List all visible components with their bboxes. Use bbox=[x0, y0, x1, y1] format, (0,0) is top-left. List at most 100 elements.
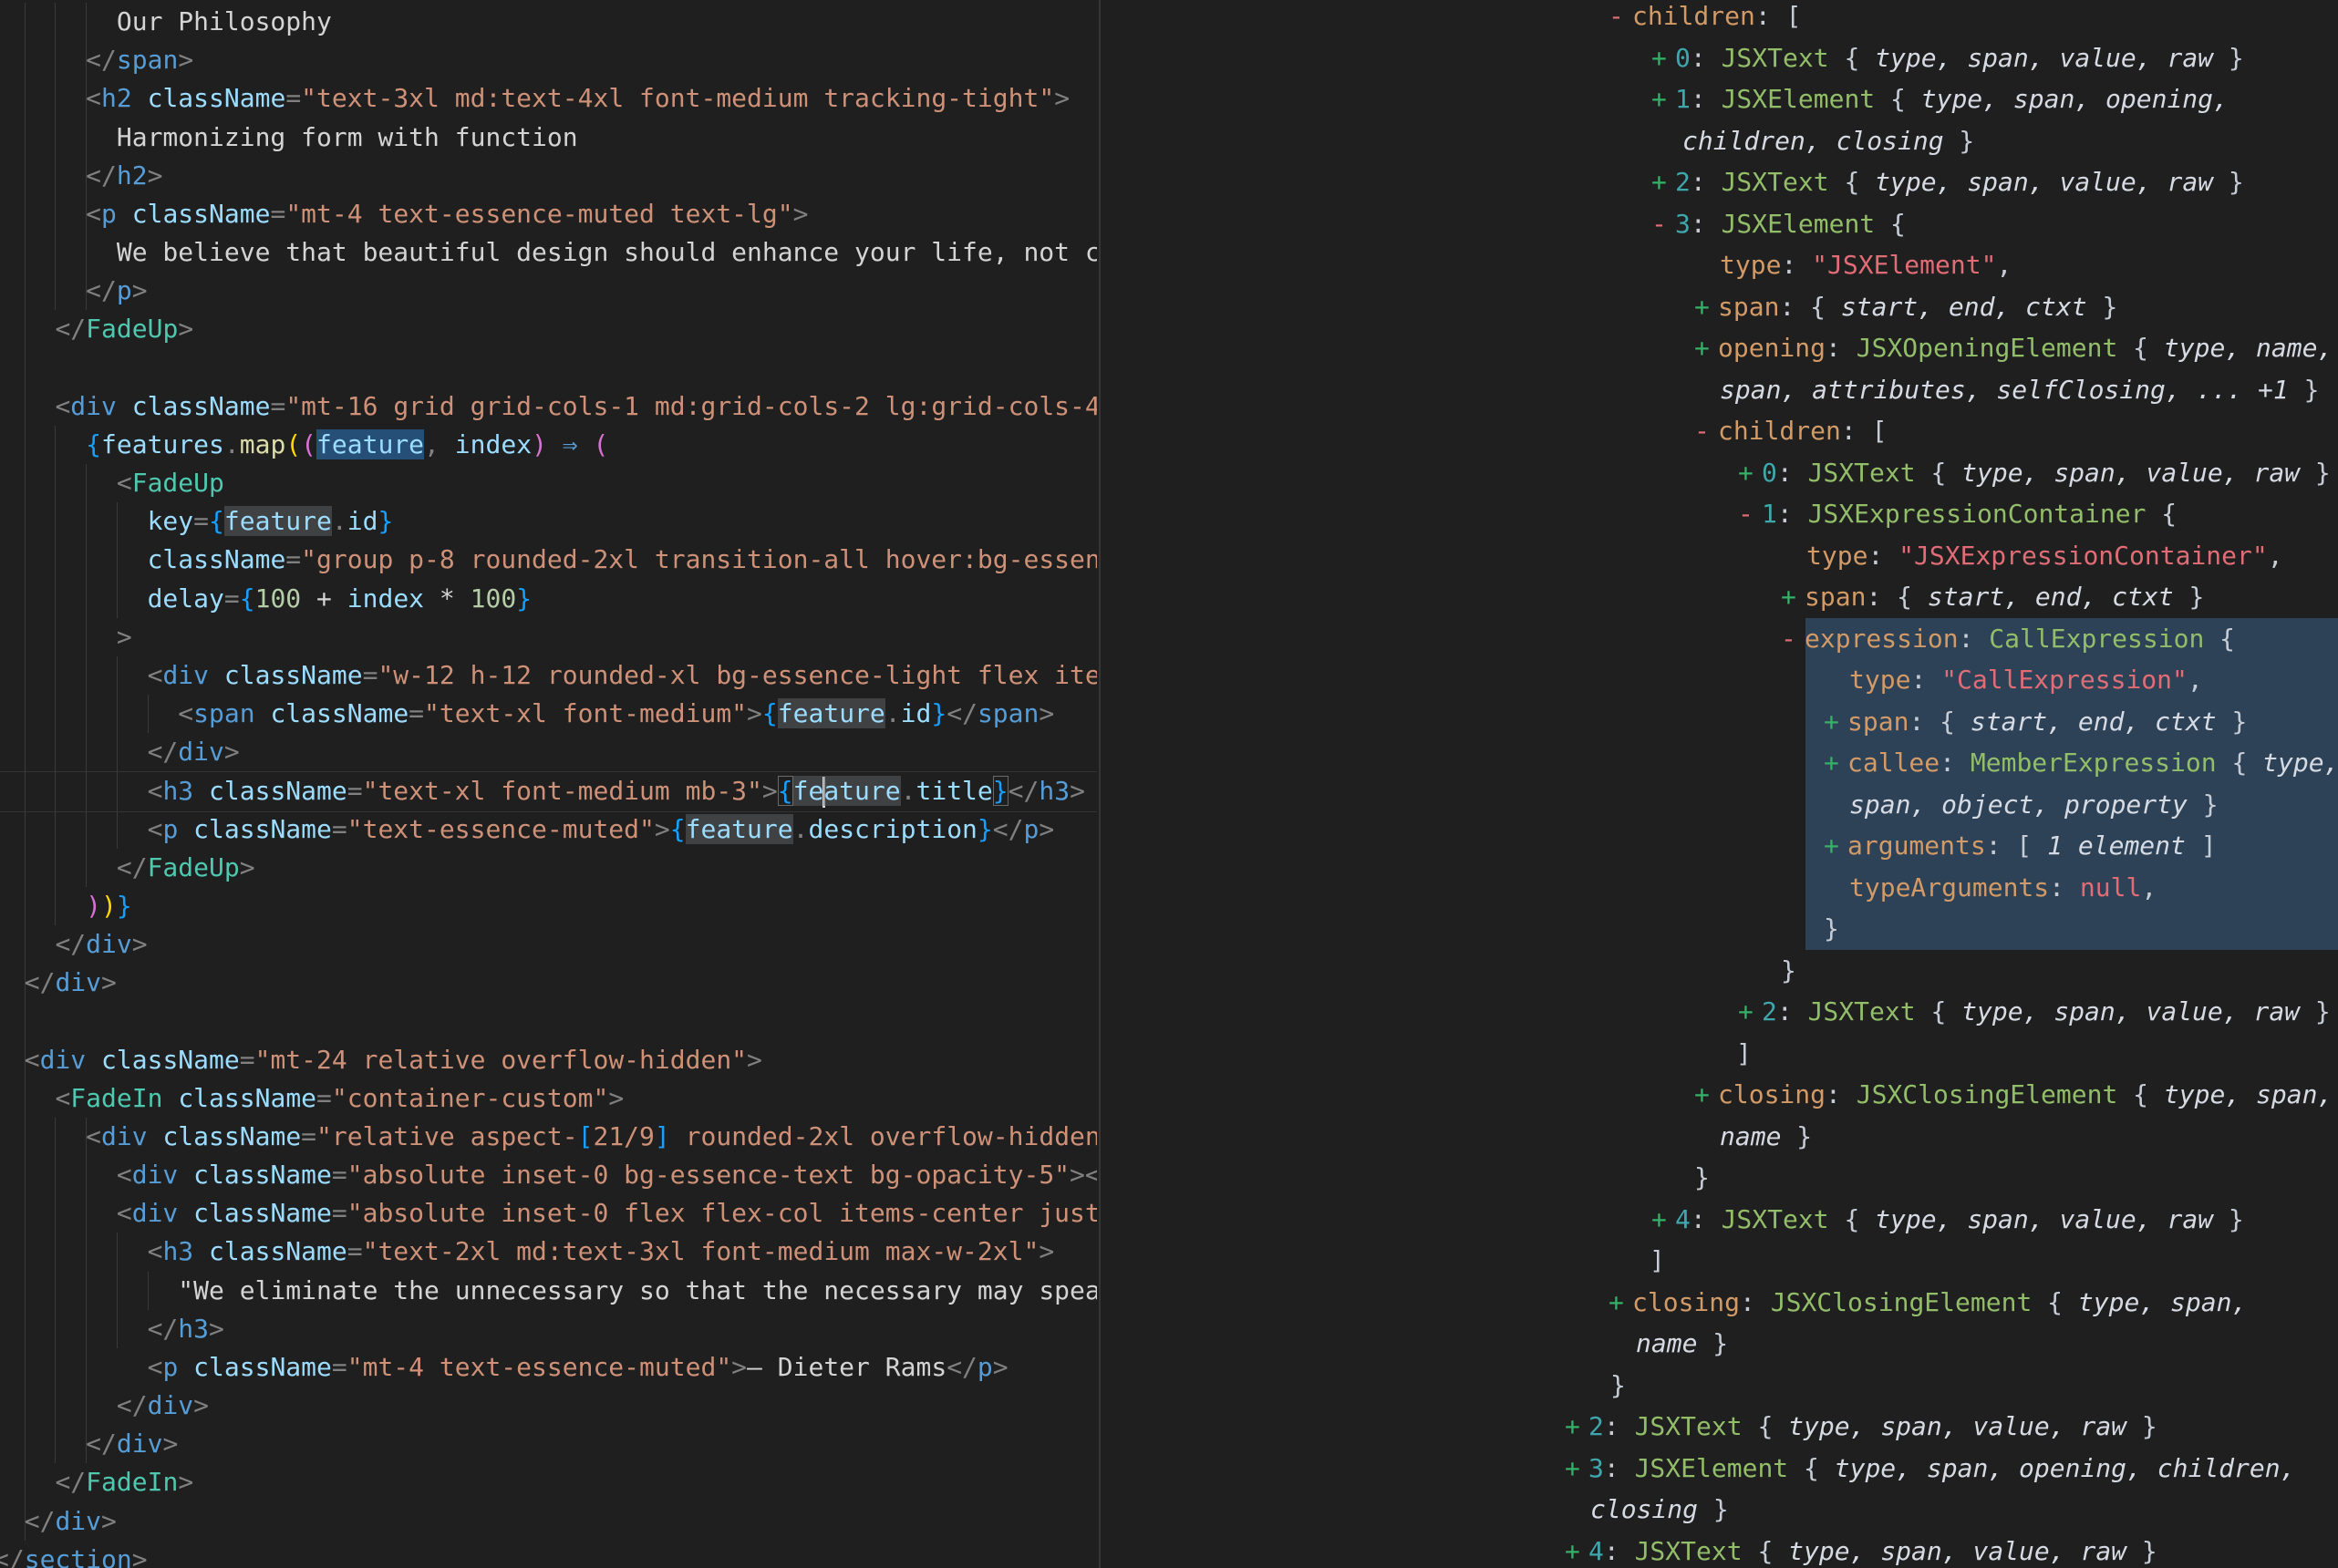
tree-line[interactable]: +span: { start, end, ctxt } bbox=[1824, 701, 2247, 743]
tree-line[interactable]: } bbox=[1610, 1365, 1626, 1407]
expand-toggle-icon[interactable]: + bbox=[1565, 1448, 1588, 1490]
code-line[interactable]: </span> bbox=[0, 41, 1097, 80]
code-line[interactable]: </div> bbox=[0, 1387, 1097, 1426]
code-line[interactable]: ))} bbox=[0, 887, 1097, 926]
tree-line[interactable]: +3: JSXElement { type, span, opening, ch… bbox=[1565, 1448, 2295, 1490]
tree-line[interactable]: +1: JSXElement { type, span, opening, bbox=[1651, 78, 2229, 120]
code-line[interactable]: key={feature.id} bbox=[0, 502, 1097, 542]
code-line[interactable]: </p> bbox=[0, 272, 1097, 311]
tree-line[interactable]: +0: JSXText { type, span, value, raw } bbox=[1738, 452, 2331, 494]
expand-toggle-icon[interactable]: + bbox=[1694, 286, 1718, 328]
expand-toggle-icon[interactable]: + bbox=[1565, 1531, 1588, 1568]
tree-line[interactable]: -expression: CallExpression { bbox=[1781, 618, 2235, 660]
tree-line[interactable]: name } bbox=[1636, 1323, 1728, 1365]
code-line[interactable]: <h3 className="text-2xl md:text-3xl font… bbox=[0, 1233, 1097, 1272]
expand-toggle-icon[interactable]: + bbox=[1651, 1199, 1675, 1241]
code-line[interactable]: className="group p-8 rounded-2xl transit… bbox=[0, 541, 1097, 580]
tree-line[interactable]: span, object, property } bbox=[1849, 784, 2219, 826]
code-line[interactable]: <h2 className="text-3xl md:text-4xl font… bbox=[0, 79, 1097, 119]
code-line[interactable]: </div> bbox=[0, 1502, 1097, 1542]
tree-line[interactable]: +0: JSXText { type, span, value, raw } bbox=[1651, 37, 2244, 79]
tree-line[interactable]: type: "JSXExpressionContainer", bbox=[1806, 535, 2283, 577]
tree-line[interactable]: span, attributes, selfClosing, ... +1 } bbox=[1720, 369, 2319, 411]
code-line[interactable]: We believe that beautiful design should … bbox=[0, 233, 1097, 273]
tree-line[interactable]: -children: [ bbox=[1694, 410, 1887, 452]
code-line[interactable]: <div className="mt-24 relative overflow-… bbox=[0, 1041, 1097, 1080]
code-line[interactable]: </h2> bbox=[0, 157, 1097, 196]
code-editor-pane[interactable]: Our Philosophy </span> <h2 className="te… bbox=[0, 0, 1097, 1568]
expand-toggle-icon[interactable]: + bbox=[1781, 576, 1805, 618]
expand-toggle-icon[interactable]: + bbox=[1824, 701, 1847, 743]
expand-toggle-icon[interactable]: + bbox=[1609, 1282, 1632, 1324]
tree-line[interactable]: +closing: JSXClosingElement { type, span… bbox=[1609, 1282, 2247, 1324]
code-line[interactable]: </FadeUp> bbox=[0, 310, 1097, 349]
tree-line[interactable]: +2: JSXText { type, span, value, raw } bbox=[1565, 1406, 2157, 1448]
code-line[interactable]: Our Philosophy bbox=[0, 3, 1097, 42]
tree-line[interactable]: ] bbox=[1650, 1240, 1665, 1282]
code-line[interactable]: </FadeIn> bbox=[0, 1463, 1097, 1502]
code-line[interactable]: </section> bbox=[0, 1541, 1097, 1568]
code-line[interactable] bbox=[0, 1002, 1097, 1041]
tree-line[interactable]: } bbox=[1781, 950, 1796, 992]
tree-line[interactable]: name } bbox=[1720, 1116, 1812, 1158]
tree-line[interactable]: typeArguments: null, bbox=[1849, 867, 2157, 909]
tree-line[interactable]: +arguments: [ 1 element ] bbox=[1824, 825, 2217, 867]
code-line[interactable]: {features.map((feature, index) ⇒ ( bbox=[0, 426, 1097, 465]
expand-toggle-icon[interactable]: + bbox=[1651, 37, 1675, 79]
code-line[interactable]: "We eliminate the unnecessary so that th… bbox=[0, 1272, 1097, 1311]
tree-line[interactable]: +closing: JSXClosingElement { type, span… bbox=[1694, 1074, 2333, 1116]
tree-line[interactable]: +span: { start, end, ctxt } bbox=[1694, 286, 2117, 328]
expand-toggle-icon[interactable]: + bbox=[1694, 327, 1718, 369]
collapse-toggle-icon[interactable]: - bbox=[1694, 410, 1718, 452]
collapse-toggle-icon[interactable]: - bbox=[1609, 0, 1632, 37]
expand-toggle-icon[interactable]: + bbox=[1824, 825, 1847, 867]
tree-line[interactable]: +2: JSXText { type, span, value, raw } bbox=[1738, 991, 2331, 1033]
tree-line[interactable]: +callee: MemberExpression { type, bbox=[1824, 742, 2338, 784]
tree-line[interactable]: +4: JSXText { type, span, value, raw } bbox=[1565, 1531, 2157, 1568]
tree-line[interactable]: +opening: JSXOpeningElement { type, name… bbox=[1694, 327, 2333, 369]
code-line[interactable]: delay={100 + index * 100} bbox=[0, 580, 1097, 619]
code-line[interactable]: <p className="mt-4 text-essence-muted">—… bbox=[0, 1348, 1097, 1387]
tree-line[interactable]: children, closing } bbox=[1682, 120, 1974, 162]
code-line[interactable]: <FadeUp bbox=[0, 464, 1097, 503]
expand-toggle-icon[interactable]: + bbox=[1651, 161, 1675, 203]
tree-line[interactable]: ] bbox=[1736, 1033, 1752, 1075]
code-line[interactable]: <h3 className="text-xl font-medium mb-3"… bbox=[0, 771, 1097, 812]
code-line[interactable]: </div> bbox=[0, 964, 1097, 1003]
tree-line[interactable]: } bbox=[1694, 1157, 1710, 1199]
expand-toggle-icon[interactable]: + bbox=[1824, 742, 1847, 784]
expand-toggle-icon[interactable]: + bbox=[1694, 1074, 1718, 1116]
tree-line[interactable]: } bbox=[1824, 908, 1839, 950]
code-line[interactable]: > bbox=[0, 618, 1097, 657]
code-line[interactable]: </div> bbox=[0, 733, 1097, 772]
code-line[interactable]: <p className="mt-4 text-essence-muted te… bbox=[0, 195, 1097, 234]
code-line[interactable]: </h3> bbox=[0, 1310, 1097, 1349]
code-line[interactable]: </FadeUp> bbox=[0, 849, 1097, 888]
code-line[interactable]: <p className="text-essence-muted">{featu… bbox=[0, 810, 1097, 850]
expand-toggle-icon[interactable]: + bbox=[1738, 452, 1762, 494]
code-line[interactable]: <div className="w-12 h-12 rounded-xl bg-… bbox=[0, 656, 1097, 696]
code-line[interactable]: <div className="absolute inset-0 flex fl… bbox=[0, 1194, 1097, 1233]
code-line[interactable] bbox=[0, 349, 1097, 388]
code-line[interactable]: <FadeIn className="container-custom"> bbox=[0, 1079, 1097, 1119]
tree-line[interactable]: -children: [ bbox=[1609, 0, 1801, 37]
code-line[interactable]: </div> bbox=[0, 925, 1097, 965]
code-line[interactable]: <span className="text-xl font-medium">{f… bbox=[0, 695, 1097, 734]
collapse-toggle-icon[interactable]: - bbox=[1738, 493, 1762, 535]
ast-tree-pane[interactable]: -children: [+0: JSXText { type, span, va… bbox=[1101, 0, 2338, 1568]
tree-line[interactable]: -3: JSXElement { bbox=[1651, 203, 1906, 245]
expand-toggle-icon[interactable]: + bbox=[1565, 1406, 1588, 1448]
code-line[interactable]: <div className="relative aspect-[21/9] r… bbox=[0, 1118, 1097, 1157]
tree-line[interactable]: +2: JSXText { type, span, value, raw } bbox=[1651, 161, 2244, 203]
tree-line[interactable]: type: "CallExpression", bbox=[1849, 659, 2203, 701]
code-line[interactable]: </div> bbox=[0, 1425, 1097, 1464]
tree-line[interactable]: +span: { start, end, ctxt } bbox=[1781, 576, 2204, 618]
tree-line[interactable]: closing } bbox=[1590, 1489, 1729, 1531]
collapse-toggle-icon[interactable]: - bbox=[1781, 618, 1805, 660]
expand-toggle-icon[interactable]: + bbox=[1738, 991, 1762, 1033]
expand-toggle-icon[interactable]: + bbox=[1651, 78, 1675, 120]
tree-line[interactable]: -1: JSXExpressionContainer { bbox=[1738, 493, 2177, 535]
code-line[interactable]: <div className="mt-16 grid grid-cols-1 m… bbox=[0, 387, 1097, 427]
code-line[interactable]: Harmonizing form with function bbox=[0, 119, 1097, 158]
code-line[interactable]: <div className="absolute inset-0 bg-esse… bbox=[0, 1156, 1097, 1195]
